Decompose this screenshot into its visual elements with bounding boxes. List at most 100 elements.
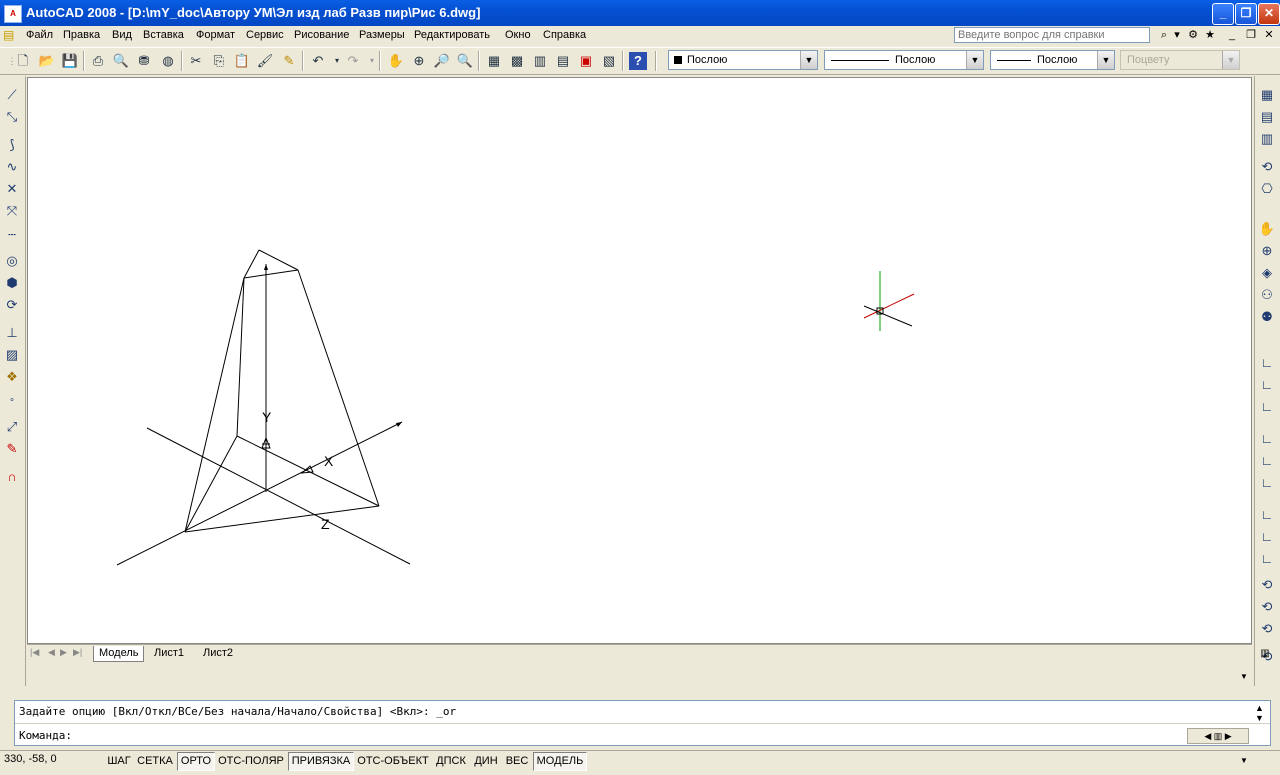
layer-prev-icon[interactable]: ▥	[1258, 130, 1276, 148]
construction-line-icon[interactable]: ⤡	[3, 108, 21, 126]
3d-dwf-icon[interactable]: ◍	[159, 52, 177, 70]
search-icon[interactable]: ⌕	[1156, 28, 1172, 43]
menu-file[interactable]: Файл	[26, 29, 53, 41]
menu-help[interactable]: Справка	[543, 29, 586, 41]
plot-preview-icon[interactable]: 🔍	[112, 52, 130, 70]
menu-edit[interactable]: Правка	[63, 29, 100, 41]
circle-icon[interactable]: ◎	[3, 252, 21, 270]
polyline-icon[interactable]: ⟆	[3, 136, 21, 154]
walk-icon[interactable]: ⚇	[1258, 286, 1276, 304]
point-icon[interactable]: ∘	[3, 390, 21, 408]
cut-icon[interactable]: ✂	[187, 52, 205, 70]
pyramid-model[interactable]	[116, 249, 411, 566]
favorites-star-icon[interactable]: ★	[1203, 28, 1217, 43]
menu-draw[interactable]: Рисование	[294, 29, 349, 41]
spline-icon[interactable]: ∿	[3, 158, 21, 176]
coordinate-readout[interactable]: 330, -58, 0	[4, 753, 57, 765]
scroll-down-icon[interactable]: ▼	[1255, 713, 1264, 723]
communication-center-icon[interactable]: ⚙	[1186, 28, 1200, 43]
status-polar-button[interactable]: ОТС-ПОЛЯР	[215, 752, 287, 771]
status-model-button[interactable]: МОДЕЛЬ	[533, 752, 587, 771]
pan-3d-icon[interactable]: ✋	[1258, 220, 1276, 238]
doc-minimize-button[interactable]: _	[1225, 28, 1239, 43]
tab-layout2[interactable]: Лист2	[198, 646, 238, 661]
ucs-face-icon[interactable]: ∟	[1258, 398, 1276, 416]
save-icon[interactable]: 💾	[61, 52, 79, 70]
status-otrack-button[interactable]: ОТС-ОБЪЕКТ	[354, 752, 432, 771]
hatch-icon[interactable]: ▨	[3, 346, 21, 364]
ucs-previous-icon[interactable]: ∟	[1258, 376, 1276, 394]
new-file-icon[interactable]: 🗋	[14, 52, 32, 70]
zoom-realtime-icon[interactable]: ⊕	[410, 52, 428, 70]
command-window[interactable]: Задайте опцию [Вкл/Откл/ВСе/Без начала/Н…	[14, 700, 1271, 746]
ucs-icon[interactable]: ⊥	[3, 324, 21, 342]
tool-palettes-icon[interactable]: ▥	[531, 52, 549, 70]
layer-state-icon[interactable]: ▤	[1258, 108, 1276, 126]
menu-window[interactable]: Окно	[505, 29, 531, 41]
tab-first-arrow-icon[interactable]: |◀	[30, 647, 39, 658]
menu-tools[interactable]: Сервис	[246, 29, 284, 41]
status-menu-icon[interactable]: ▼	[1240, 756, 1248, 765]
markup-set-icon[interactable]: ▣	[577, 52, 595, 70]
tab-layout1[interactable]: Лист1	[149, 646, 189, 661]
ucs-rotate-x-icon[interactable]: ⟲	[1258, 576, 1276, 594]
doc-restore-button[interactable]: ❐	[1244, 28, 1258, 43]
chevron-down-icon[interactable]: ▼	[966, 51, 983, 69]
help-search-input[interactable]	[954, 27, 1150, 43]
menu-format[interactable]: Формат	[196, 29, 235, 41]
sheet-set-icon[interactable]: ▤	[554, 52, 572, 70]
block-icon[interactable]: ❖	[3, 368, 21, 386]
design-center-icon[interactable]: ▩	[508, 52, 526, 70]
extend-icon[interactable]: ⤧	[3, 202, 21, 220]
doc-close-button[interactable]: ✕	[1262, 28, 1276, 43]
linetype-combo[interactable]: Послою ▼	[824, 50, 984, 70]
publish-icon[interactable]: ⛃	[135, 52, 153, 70]
revcloud-icon[interactable]: ⟳	[3, 296, 21, 314]
orbit-icon[interactable]: ⟲	[1258, 158, 1276, 176]
match-properties-icon[interactable]: 🖌	[256, 52, 274, 70]
menu-dimension[interactable]: Размеры	[359, 29, 405, 41]
dashed-line-icon[interactable]: ┄	[3, 226, 21, 244]
status-dyn-button[interactable]: ДИН	[470, 752, 502, 771]
close-button[interactable]: ✕	[1258, 3, 1280, 25]
autocad-app-icon[interactable]: A	[4, 5, 22, 23]
model-space-drawing[interactable]: Y X Z	[28, 78, 1253, 645]
ucs-3point-icon[interactable]: ∟	[1258, 528, 1276, 546]
horizontal-scroll-area[interactable]	[27, 662, 1252, 684]
tab-model[interactable]: Модель	[93, 646, 145, 662]
menu-modify[interactable]: Редактировать	[414, 29, 490, 41]
menu-view[interactable]: Вид	[112, 29, 132, 41]
vertical-scroll-icon[interactable]: ▥	[1256, 645, 1274, 663]
constrained-orbit-icon[interactable]: ◈	[1258, 264, 1276, 282]
command-hscroll[interactable]: ◀ ▥ ▶	[1187, 728, 1249, 744]
ucs-object-icon[interactable]: ∟	[1258, 430, 1276, 448]
layer-tool-icon[interactable]: ▦	[1258, 86, 1276, 104]
ucs-view-icon[interactable]: ∟	[1258, 452, 1276, 470]
tab-prev-arrow-icon[interactable]: ◀	[48, 647, 55, 658]
dimension-icon[interactable]: ⤢	[3, 418, 21, 436]
zoom-3d-icon[interactable]: ⊕	[1258, 242, 1276, 260]
scroll-up-icon[interactable]: ▲	[1255, 703, 1264, 713]
line-icon[interactable]: ⟋	[3, 86, 21, 104]
pan-icon[interactable]: ✋	[387, 52, 405, 70]
status-osnap-button[interactable]: ПРИВЯЗКА	[288, 752, 354, 771]
intersect-icon[interactable]: ✕	[3, 180, 21, 198]
redo-icon[interactable]: ↷	[344, 52, 362, 70]
properties-icon[interactable]: ▦	[485, 52, 503, 70]
undo-icon[interactable]: ↶	[309, 52, 327, 70]
menu-insert[interactable]: Вставка	[143, 29, 184, 41]
minimize-button[interactable]: _	[1212, 3, 1234, 25]
chevron-down-icon[interactable]: ▾	[1172, 28, 1182, 43]
help-icon[interactable]: ?	[629, 52, 647, 70]
plot-icon[interactable]: ⎙	[89, 52, 107, 70]
chevron-down-icon[interactable]: ▼	[1097, 51, 1114, 69]
tab-next-arrow-icon[interactable]: ▶	[60, 647, 67, 658]
status-ortho-button[interactable]: ОРТО	[177, 752, 215, 771]
tab-last-arrow-icon[interactable]: ▶|	[73, 647, 82, 658]
open-file-icon[interactable]: 📂	[38, 52, 56, 70]
maximize-button[interactable]: ❐	[1235, 3, 1257, 25]
block-editor-icon[interactable]: ✎	[280, 52, 298, 70]
color-combo[interactable]: Послою ▼	[668, 50, 818, 70]
ucs-zaxis-icon[interactable]: ∟	[1258, 506, 1276, 524]
ucs-rotate-y-icon[interactable]: ⟲	[1258, 598, 1276, 616]
